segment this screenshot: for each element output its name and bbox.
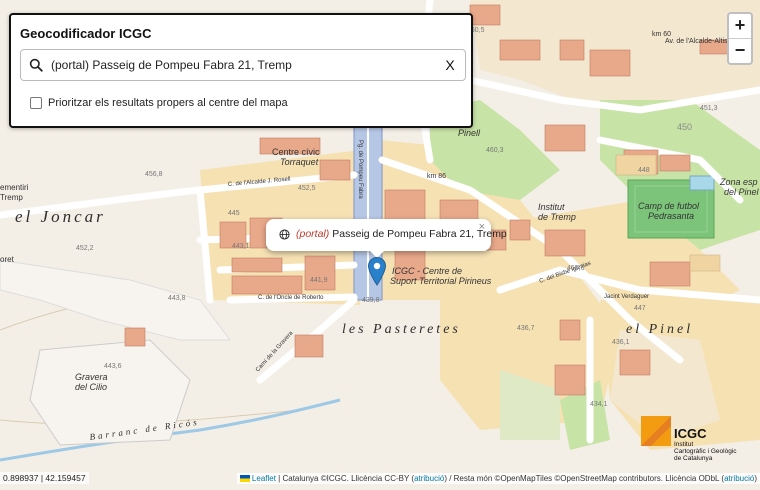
search-box[interactable]: X [20, 49, 466, 81]
label-joncar: el Joncar [15, 207, 106, 226]
svg-text:450,6: 450,6 [567, 265, 585, 272]
search-icon [29, 58, 43, 72]
svg-text:443,6: 443,6 [104, 363, 122, 370]
svg-text:443,8: 443,8 [168, 295, 186, 302]
svg-text:Pinell: Pinell [458, 128, 481, 138]
svg-text:450: 450 [677, 122, 692, 132]
popup-close-button[interactable]: × [479, 221, 485, 233]
label-pinel: el Pinel [626, 322, 693, 337]
svg-text:Pg. de Pompeu Fabra: Pg. de Pompeu Fabra [357, 140, 363, 199]
svg-text:443,1: 443,1 [232, 243, 250, 250]
svg-text:del Pinel: del Pinel [724, 187, 760, 197]
svg-text:447: 447 [634, 305, 646, 312]
svg-text:km 60: km 60 [652, 31, 671, 38]
zoom-out-button[interactable]: − [729, 39, 751, 63]
popup-content: (portal) Passeig de Pompeu Fabra 21, Tre… [279, 228, 507, 240]
svg-text:436,1: 436,1 [612, 339, 630, 346]
leaflet-link[interactable]: Leaflet [252, 474, 276, 483]
osm-attribution-link[interactable]: atribució [724, 474, 754, 483]
geocoder-panel: Geocodificador ICGC X Prioritzar els res… [9, 13, 473, 128]
geocoder-title: Geocodificador ICGC [20, 26, 152, 41]
prioritize-label: Prioritzar els resultats propers al cent… [48, 97, 288, 109]
label-gravera: Gravera [75, 372, 108, 382]
ukraine-flag-icon [239, 475, 250, 483]
search-input[interactable] [51, 58, 439, 72]
svg-text:451,3: 451,3 [700, 105, 718, 112]
label-zona-esportiva: Zona esp [719, 177, 758, 187]
svg-text:445: 445 [228, 210, 240, 217]
svg-text:Torraquet: Torraquet [280, 157, 319, 167]
clear-search-button[interactable]: X [439, 57, 461, 73]
location-marker-icon[interactable] [367, 256, 387, 286]
label-centre-civic: Centre cívic [272, 147, 320, 157]
prioritize-option[interactable]: Prioritzar els resultats propers al cent… [30, 97, 288, 109]
svg-text:452,5: 452,5 [298, 185, 316, 192]
svg-text:km 86: km 86 [427, 173, 446, 180]
svg-text:439,8: 439,8 [362, 297, 380, 304]
svg-text:C. de l'Oncle de Roberto: C. de l'Oncle de Roberto [258, 295, 324, 301]
svg-text:436,7: 436,7 [517, 325, 535, 332]
icgc-logo-title: ICGC [674, 426, 707, 441]
label-institut: Institut [538, 202, 565, 212]
svg-text:del Cilio: del Cilio [75, 382, 107, 392]
svg-text:Suport Territorial Pirineus: Suport Territorial Pirineus [390, 276, 492, 286]
svg-text:de Tremp: de Tremp [538, 212, 576, 222]
map-attribution: Leaflet | Catalunya ©ICGC. Llicència CC-… [236, 473, 760, 484]
svg-text:434,1: 434,1 [590, 401, 608, 408]
svg-text:456,8: 456,8 [145, 171, 163, 178]
icgc-attribution-link[interactable]: atribució [414, 474, 444, 483]
svg-text:ementiri: ementiri [0, 183, 29, 192]
svg-text:Jacint Verdaguer: Jacint Verdaguer [604, 294, 649, 300]
icgc-logo-mark-icon [641, 416, 671, 446]
svg-text:oret: oret [0, 255, 15, 264]
svg-text:Pedrasanta: Pedrasanta [648, 211, 694, 221]
zoom-in-button[interactable]: + [729, 14, 751, 39]
svg-text:452,2: 452,2 [76, 245, 94, 252]
result-popup: (portal) Passeig de Pompeu Fabra 21, Tre… [266, 219, 507, 258]
label-icgc-centre: ICGC - Centre de [392, 266, 462, 276]
svg-text:448: 448 [638, 167, 650, 174]
globe-icon [279, 228, 290, 240]
mouse-coordinates: 0.898937 | 42.159457 [0, 472, 89, 484]
label-camp: Camp de futbol [638, 201, 700, 211]
icgc-logo: ICGC Institut Cartogràfic i Geològic de … [641, 416, 751, 462]
svg-text:Tremp: Tremp [0, 193, 23, 202]
prioritize-checkbox[interactable] [30, 97, 42, 109]
popup-prefix: (portal) [296, 228, 330, 240]
svg-text:441,9: 441,9 [310, 277, 328, 284]
svg-text:460,3: 460,3 [486, 147, 504, 154]
zoom-control: + − [727, 12, 753, 65]
label-pasteretes: les Pasteretes [342, 322, 461, 337]
